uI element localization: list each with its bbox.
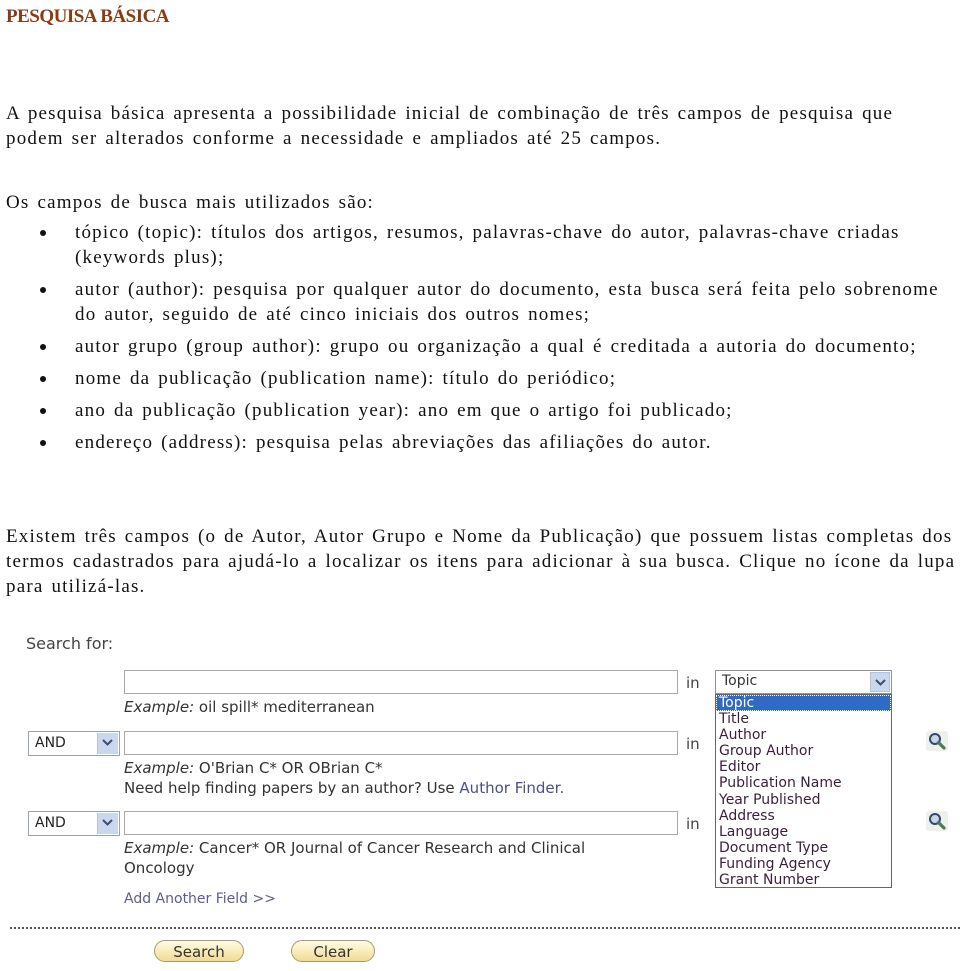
example-hint-2: Example: O'Brian C* OR OBrian C* bbox=[124, 759, 383, 777]
search-for-label: Search for: bbox=[26, 634, 114, 653]
bullet-icon bbox=[40, 440, 46, 446]
list-item: ano da publicação (publication year): an… bbox=[0, 398, 950, 423]
option-editor[interactable]: Editor bbox=[716, 759, 891, 775]
search-input-1[interactable] bbox=[124, 670, 678, 694]
search-button[interactable]: Search bbox=[154, 940, 244, 962]
search-input-3[interactable] bbox=[124, 811, 678, 835]
list-item: tópico (topic): títulos dos artigos, res… bbox=[0, 220, 950, 270]
option-topic[interactable]: Topic bbox=[716, 695, 891, 712]
option-year-published[interactable]: Year Published bbox=[716, 792, 891, 808]
option-funding-agency[interactable]: Funding Agency bbox=[716, 856, 891, 872]
clear-button[interactable]: Clear bbox=[291, 940, 375, 962]
magnifier-icon[interactable] bbox=[926, 731, 948, 751]
in-label: in bbox=[686, 735, 700, 753]
list-item: endereço (address): pesquisa pelas abrev… bbox=[0, 430, 950, 455]
option-title[interactable]: Title bbox=[716, 711, 891, 727]
search-form-screenshot: Search for: in Example: oil spill* medit… bbox=[0, 625, 960, 971]
bullet-icon bbox=[40, 376, 46, 382]
divider bbox=[10, 927, 960, 929]
in-label: in bbox=[686, 674, 700, 692]
bullet-icon bbox=[40, 287, 46, 293]
bullet-icon bbox=[40, 408, 46, 414]
magnifier-icon[interactable] bbox=[926, 811, 948, 831]
option-author[interactable]: Author bbox=[716, 727, 891, 743]
chevron-down-icon[interactable] bbox=[97, 813, 118, 834]
bullet-icon bbox=[40, 344, 46, 350]
author-help-text: Need help finding papers by an author? U… bbox=[124, 779, 565, 797]
chevron-down-icon[interactable] bbox=[870, 672, 890, 692]
bullet-icon bbox=[40, 230, 46, 236]
search-fields-list: tópico (topic): títulos dos artigos, res… bbox=[0, 220, 950, 462]
example-hint-3-line2: Oncology bbox=[124, 859, 195, 877]
add-another-field-link[interactable]: Add Another Field >> bbox=[124, 891, 276, 907]
option-document-type[interactable]: Document Type bbox=[716, 840, 891, 856]
field-select-value: Topic bbox=[722, 673, 758, 689]
fields-intro: Os campos de busca mais utilizados são: bbox=[6, 192, 375, 213]
operator-select-2[interactable]: AND bbox=[28, 731, 120, 756]
field-dropdown-list[interactable]: Topic Title Author Group Author Editor P… bbox=[715, 694, 892, 888]
option-address[interactable]: Address bbox=[716, 808, 891, 824]
in-label: in bbox=[686, 815, 700, 833]
lists-paragraph: Existem três campos (o de Autor, Autor G… bbox=[6, 526, 956, 597]
field-select-1[interactable]: Topic bbox=[715, 670, 892, 694]
list-item: nome da publicação (publication name): t… bbox=[0, 366, 950, 391]
option-language[interactable]: Language bbox=[716, 824, 891, 840]
operator-select-3[interactable]: AND bbox=[28, 811, 120, 836]
example-hint-1: Example: oil spill* mediterranean bbox=[124, 698, 375, 716]
search-input-2[interactable] bbox=[124, 731, 678, 755]
page-title: PESQUISA BÁSICA bbox=[6, 6, 170, 27]
operator-value: AND bbox=[35, 735, 66, 751]
chevron-down-icon[interactable] bbox=[97, 733, 118, 754]
list-item: autor grupo (group author): grupo ou org… bbox=[0, 334, 950, 359]
operator-value: AND bbox=[35, 815, 66, 831]
author-finder-link[interactable]: Author Finder. bbox=[459, 779, 564, 797]
intro-paragraph: A pesquisa básica apresenta a possibilid… bbox=[6, 103, 894, 149]
option-grant-number[interactable]: Grant Number bbox=[716, 872, 891, 887]
option-publication-name[interactable]: Publication Name bbox=[716, 775, 891, 791]
option-group-author[interactable]: Group Author bbox=[716, 743, 891, 759]
list-item: autor (author): pesquisa por qualquer au… bbox=[0, 277, 950, 327]
example-hint-3: Example: Cancer* OR Journal of Cancer Re… bbox=[124, 839, 586, 857]
